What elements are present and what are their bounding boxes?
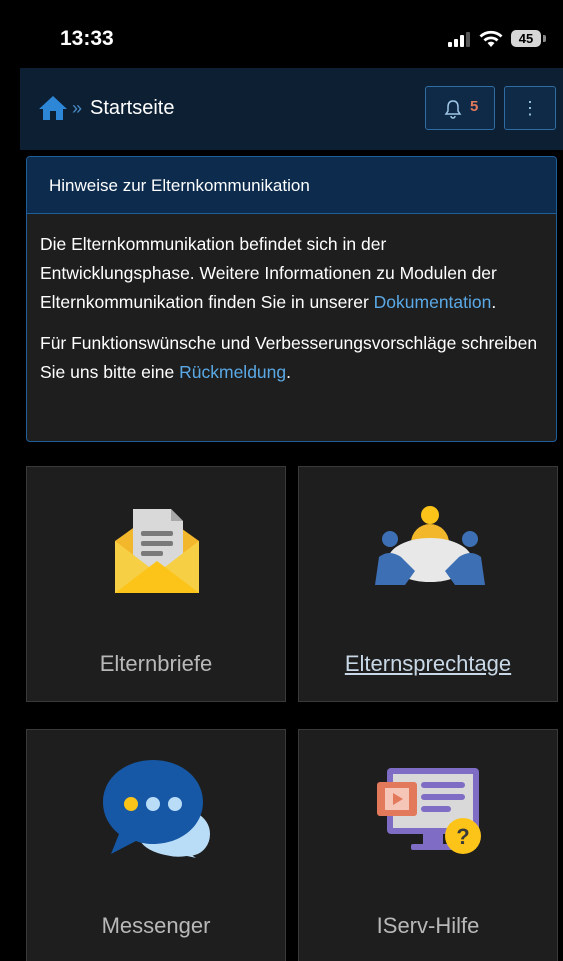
notice-text-1-end: . [491,292,497,312]
documentation-link[interactable]: Dokumentation [374,292,492,312]
top-navbar: » Startseite 5 ⋮ [20,68,563,150]
feedback-link[interactable]: Rückmeldung [179,362,286,382]
svg-text:?: ? [456,824,469,849]
tile-messenger[interactable]: Messenger [26,729,286,961]
more-menu-button[interactable]: ⋮ [504,86,556,130]
help-monitor-icon: ? [377,768,481,854]
tile-elternbriefe[interactable]: Elternbriefe [26,466,286,702]
tile-iserv-hilfe[interactable]: ? IServ-Hilfe [298,729,558,961]
home-icon[interactable] [38,95,68,121]
notifications-button[interactable]: 5 [425,86,495,130]
tile-label-iserv-hilfe: IServ-Hilfe [376,913,480,938]
envelope-letter-icon [115,509,199,593]
notice-panel: Hinweise zur Elternkommunikation Die Elt… [26,156,557,442]
wifi-icon [479,30,503,47]
notice-title: Hinweise zur Elternkommunikation [27,157,556,214]
tile-label-elternbriefe: Elternbriefe [99,651,213,676]
chat-bubbles-icon [103,760,213,860]
tile-label-messenger: Messenger [101,913,211,938]
tile-label-elternsprechtage: Elternsprechtage [344,651,512,676]
signal-icon [448,32,470,47]
bell-icon [444,100,462,119]
notice-paragraph-2: Für Funktionswünsche und Verbesserungsvo… [40,329,542,387]
status-bar: 13:33 45 [0,0,563,68]
notice-text-2-end: . [286,362,291,382]
notification-count-badge: 5 [470,98,479,115]
battery-tip [543,35,546,42]
tile-elternsprechtage[interactable]: Elternsprechtage [298,466,558,702]
battery-icon: 45 [511,30,541,47]
breadcrumb-title: Startseite [90,97,175,119]
status-icons: 45 [448,28,548,50]
breadcrumb-separator: » [72,98,83,118]
meeting-table-icon [375,506,485,585]
status-time: 13:33 [60,27,114,50]
notice-paragraph-1: Die Elternkommunikation befindet sich in… [40,230,542,317]
notice-body: Die Elternkommunikation befindet sich in… [27,214,556,387]
